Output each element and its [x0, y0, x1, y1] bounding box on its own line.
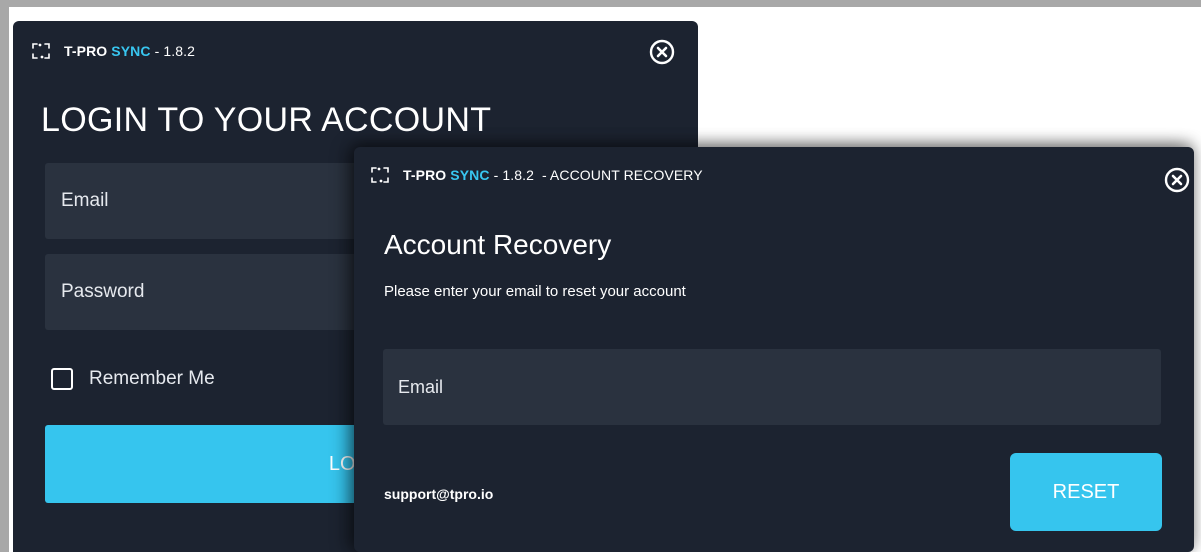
- recovery-titlebar: T-PRO SYNC - 1.8.2 - ACCOUNT RECOVERY: [369, 164, 703, 186]
- remember-me-label: Remember Me: [89, 368, 215, 389]
- app-version: - 1.8.2: [489, 167, 534, 183]
- close-icon[interactable]: [649, 39, 675, 65]
- recovery-email-input[interactable]: [383, 349, 1161, 425]
- app-name: T-PRO: [64, 43, 108, 59]
- app-logo-icon: [32, 43, 50, 59]
- window-title-suffix: - ACCOUNT RECOVERY: [533, 167, 703, 183]
- recovery-instructions: Please enter your email to reset your ac…: [384, 283, 686, 300]
- recovery-heading: Account Recovery: [384, 229, 612, 260]
- login-heading: LOGIN TO YOUR ACCOUNT: [41, 101, 492, 139]
- login-titlebar: T-PRO SYNC - 1.8.2: [30, 40, 195, 62]
- background-frame-left: [0, 0, 9, 552]
- app-version: - 1.8.2: [150, 43, 195, 59]
- app-name-accent: SYNC: [450, 167, 490, 183]
- account-recovery-window: T-PRO SYNC - 1.8.2 - ACCOUNT RECOVERY Ac…: [354, 147, 1194, 552]
- support-email-link[interactable]: support@tpro.io: [384, 486, 493, 502]
- app-logo-icon: [371, 167, 389, 183]
- checkbox-unchecked-icon[interactable]: [51, 368, 73, 390]
- remember-me-checkbox[interactable]: Remember Me: [51, 368, 215, 390]
- app-name: T-PRO: [403, 167, 447, 183]
- background-frame-top: [0, 0, 1201, 7]
- close-icon[interactable]: [1164, 167, 1190, 193]
- reset-button[interactable]: RESET: [1010, 453, 1162, 531]
- app-name-accent: SYNC: [111, 43, 151, 59]
